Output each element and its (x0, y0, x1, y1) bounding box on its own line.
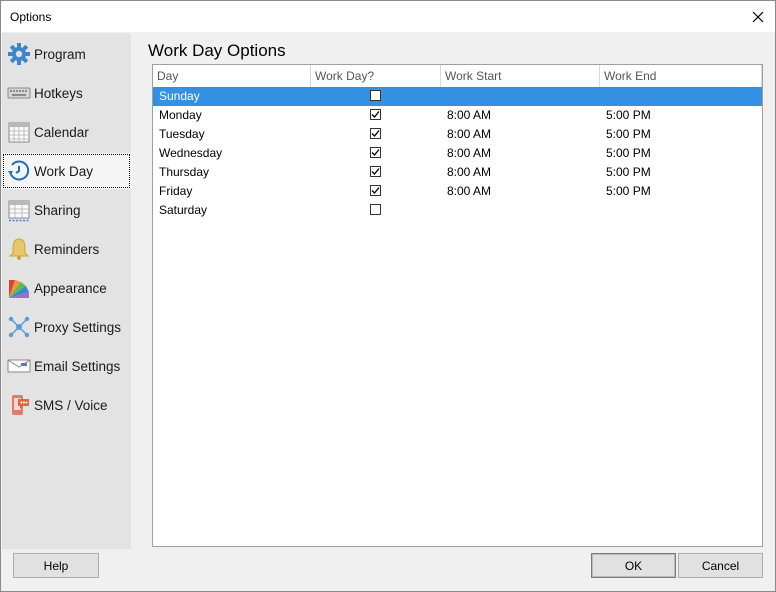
sidebar-item-hotkeys[interactable]: Hotkeys (2, 75, 131, 111)
work-end-cell[interactable]: 5:00 PM (606, 125, 651, 144)
day-cell: Monday (159, 108, 202, 122)
work-day-grid[interactable]: Day Work Day? Work Start Work End Sunday… (152, 64, 763, 547)
table-row[interactable]: Saturday (153, 201, 762, 220)
table-row[interactable]: Sunday (153, 87, 762, 106)
work-end-cell[interactable]: 5:00 PM (606, 163, 651, 182)
cancel-button[interactable]: Cancel (678, 553, 763, 578)
shared-calendar-icon (7, 198, 31, 222)
calendar-icon (7, 120, 31, 144)
clock-arrow-icon (7, 159, 31, 183)
column-header-work-day[interactable]: Work Day? (311, 65, 441, 87)
table-row[interactable]: Monday 8:00 AM 5:00 PM (153, 106, 762, 125)
work-day-checkbox[interactable] (370, 166, 381, 177)
sidebar-item-email-settings[interactable]: Email Settings (2, 348, 131, 384)
network-icon (7, 315, 31, 339)
work-day-checkbox[interactable] (370, 109, 381, 120)
title-bar[interactable]: Options (1, 1, 775, 32)
phone-message-icon (7, 393, 31, 417)
options-window: Options Program Hotkeys Calendar Work Da… (0, 0, 776, 592)
table-row[interactable]: Tuesday 8:00 AM 5:00 PM (153, 125, 762, 144)
column-header-work-end[interactable]: Work End (600, 65, 762, 87)
sidebar-item-work-day[interactable]: Work Day (2, 153, 131, 189)
checkmark-icon (371, 111, 380, 118)
sidebar-item-label: Hotkeys (34, 85, 83, 101)
sidebar-item-sharing[interactable]: Sharing (2, 192, 131, 228)
sidebar-item-calendar[interactable]: Calendar (2, 114, 131, 150)
checkmark-icon (371, 149, 380, 156)
sidebar-item-proxy-settings[interactable]: Proxy Settings (2, 309, 131, 345)
work-start-cell[interactable]: 8:00 AM (447, 106, 491, 125)
grid-header: Day Work Day? Work Start Work End (153, 65, 762, 88)
sidebar-item-appearance[interactable]: Appearance (2, 270, 131, 306)
work-end-cell[interactable]: 5:00 PM (606, 144, 651, 163)
work-start-cell[interactable]: 8:00 AM (447, 125, 491, 144)
sidebar-item-label: Reminders (34, 241, 100, 257)
day-cell: Sunday (159, 89, 200, 103)
column-header-work-start[interactable]: Work Start (441, 65, 600, 87)
sidebar-item-sms-voice[interactable]: SMS / Voice (2, 387, 131, 423)
work-start-cell[interactable]: 8:00 AM (447, 163, 491, 182)
help-button[interactable]: Help (13, 553, 99, 578)
gear-icon (7, 42, 31, 66)
window-title: Options (10, 10, 52, 24)
work-start-cell[interactable]: 8:00 AM (447, 182, 491, 201)
work-day-checkbox[interactable] (370, 147, 381, 158)
sidebar-item-program[interactable]: Program (2, 36, 131, 72)
close-button[interactable] (741, 1, 775, 32)
work-start-cell[interactable]: 8:00 AM (447, 144, 491, 163)
color-palette-icon (7, 276, 31, 300)
table-row[interactable]: Thursday 8:00 AM 5:00 PM (153, 163, 762, 182)
work-end-cell[interactable]: 5:00 PM (606, 182, 651, 201)
sidebar-item-label: Work Day (34, 163, 94, 179)
envelope-icon (7, 354, 31, 378)
work-day-checkbox[interactable] (370, 185, 381, 196)
bell-icon (7, 237, 31, 261)
sidebar-item-reminders[interactable]: Reminders (2, 231, 131, 267)
table-row[interactable]: Friday 8:00 AM 5:00 PM (153, 182, 762, 201)
day-cell: Tuesday (159, 127, 205, 141)
close-icon (752, 11, 764, 22)
sidebar-item-label: Program (34, 46, 86, 62)
checkmark-icon (371, 168, 380, 175)
sidebar-item-label: Calendar (34, 124, 89, 140)
day-cell: Wednesday (159, 146, 223, 160)
checkmark-icon (371, 187, 380, 194)
work-end-cell[interactable]: 5:00 PM (606, 106, 651, 125)
page-title: Work Day Options (148, 41, 286, 60)
table-row[interactable]: Wednesday 8:00 AM 5:00 PM (153, 144, 762, 163)
work-day-checkbox[interactable] (370, 204, 381, 215)
ok-button[interactable]: OK (591, 553, 676, 578)
checkmark-icon (371, 130, 380, 137)
sidebar-item-label: SMS / Voice (34, 397, 108, 413)
sidebar-item-label: Email Settings (34, 358, 121, 374)
day-cell: Thursday (159, 165, 210, 179)
keyboard-icon (7, 81, 31, 105)
column-header-day[interactable]: Day (153, 65, 311, 87)
sidebar: Program Hotkeys Calendar Work Day Sharin… (2, 33, 131, 549)
sidebar-item-label: Sharing (34, 202, 81, 218)
work-day-checkbox[interactable] (370, 90, 381, 101)
sidebar-item-label: Proxy Settings (34, 319, 122, 335)
day-cell: Friday (159, 184, 193, 198)
sidebar-item-label: Appearance (34, 280, 107, 296)
work-day-checkbox[interactable] (370, 128, 381, 139)
day-cell: Saturday (159, 203, 208, 217)
